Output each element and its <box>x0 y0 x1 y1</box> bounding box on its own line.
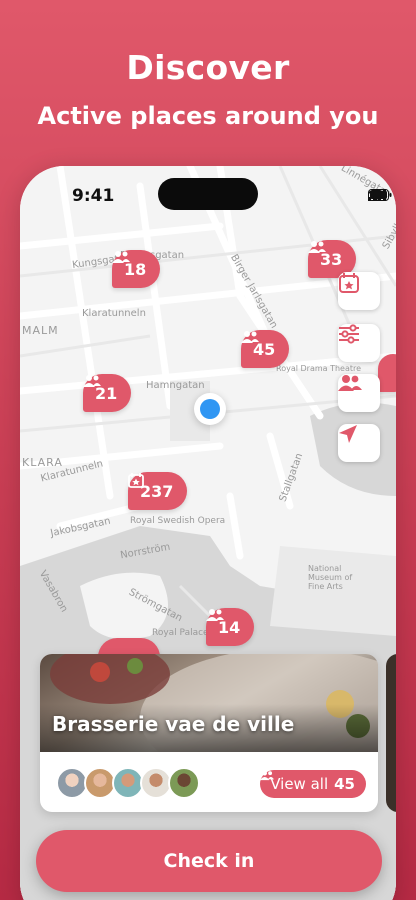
group-icon <box>308 241 326 253</box>
map-label: MALM <box>22 324 59 337</box>
group-icon <box>206 609 224 621</box>
check-in-button[interactable]: Check in <box>36 830 382 892</box>
map-pin-group[interactable]: 18 <box>112 250 161 288</box>
avatar <box>168 767 200 799</box>
locate-me-button[interactable] <box>338 424 380 462</box>
next-place-card[interactable] <box>386 654 396 812</box>
promo-title: Discover <box>126 48 290 87</box>
battery-icon <box>368 189 392 201</box>
map-label: Royal Swedish Opera <box>130 516 226 526</box>
place-photo <box>40 654 378 752</box>
map-label: National Museum of Fine Arts <box>308 564 353 591</box>
calendar-star-icon <box>339 273 359 293</box>
map-label: Royal Drama Theatre <box>276 364 362 373</box>
attendee-avatars[interactable] <box>56 767 200 799</box>
pin-count: 237 <box>140 481 174 501</box>
group-icon <box>338 375 362 391</box>
view-all-button[interactable]: View all 45 <box>260 770 366 798</box>
map-pin-group[interactable]: 45 <box>241 330 290 368</box>
people-filter-button[interactable] <box>338 374 380 412</box>
place-name: Brasserie vae de ville <box>52 712 295 736</box>
group-icon <box>241 331 259 343</box>
filter-sliders-icon <box>339 324 359 344</box>
dynamic-island <box>158 178 258 210</box>
event-star-icon <box>128 473 144 488</box>
map-pin-partial[interactable] <box>378 354 396 392</box>
map-pin-group[interactable]: 14 <box>206 608 255 646</box>
map-label: KLARA <box>22 456 63 469</box>
filters-button[interactable] <box>338 324 380 362</box>
food-photo-art <box>40 654 378 752</box>
map-label: Klaratunneln <box>82 308 146 319</box>
group-icon <box>112 251 130 263</box>
group-icon <box>260 770 275 781</box>
user-location-dot <box>194 393 226 425</box>
events-filter-button[interactable] <box>338 272 380 310</box>
locate-arrow-icon <box>339 425 357 443</box>
phone-frame: Brunnsgatan Kungsgatan Klaratunneln Hamn… <box>20 166 396 900</box>
map-pin-group[interactable]: 21 <box>83 374 132 412</box>
map-label: Royal Palace <box>152 628 209 638</box>
status-time: 9:41 <box>72 186 115 206</box>
map-pin-event[interactable]: 237 <box>128 472 188 510</box>
promo-subtitle: Active places around you <box>37 102 379 130</box>
group-icon <box>83 375 101 387</box>
view-all-count: 45 <box>334 775 355 793</box>
map-label: Hamngatan <box>146 380 205 391</box>
place-card[interactable]: Brasserie vae de ville View all 45 <box>40 654 378 812</box>
view-all-label: View all <box>270 775 329 793</box>
map-view[interactable]: Brunnsgatan Kungsgatan Klaratunneln Hamn… <box>20 166 396 900</box>
